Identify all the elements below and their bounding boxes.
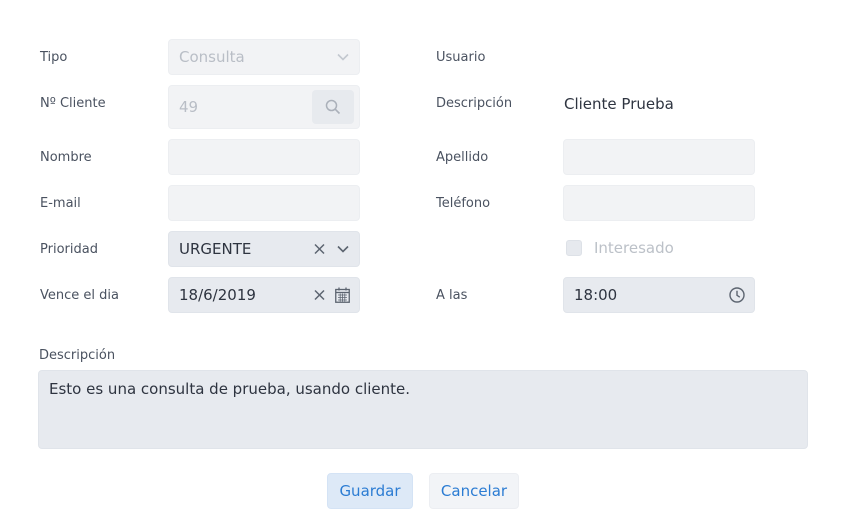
usuario-label: Usuario <box>436 50 486 65</box>
clear-icon[interactable] <box>314 243 325 255</box>
prioridad-value: URGENTE <box>179 240 252 258</box>
clock-icon[interactable] <box>729 287 745 303</box>
vence-label: Vence el dia <box>40 288 119 303</box>
calendar-icon[interactable] <box>335 287 350 303</box>
hora-label: A las <box>436 288 468 303</box>
prioridad-label: Prioridad <box>40 242 98 257</box>
chevron-down-icon[interactable] <box>337 245 349 253</box>
telefono-input[interactable] <box>563 185 755 221</box>
vence-value: 18/6/2019 <box>179 286 256 304</box>
email-label: E-mail <box>40 196 81 211</box>
hora-value: 18:00 <box>574 286 618 304</box>
search-button[interactable] <box>312 90 354 124</box>
email-input[interactable] <box>168 185 360 221</box>
interesado-checkbox[interactable]: Interesado <box>566 239 674 257</box>
nombre-input[interactable] <box>168 139 360 175</box>
descripcion-cliente-value: Cliente Prueba <box>564 95 674 113</box>
save-button[interactable]: Guardar <box>327 473 413 509</box>
tipo-select[interactable]: Consulta <box>168 39 360 75</box>
hora-time-input[interactable]: 18:00 <box>563 277 755 313</box>
cancel-button[interactable]: Cancelar <box>429 473 519 509</box>
chevron-down-icon <box>337 53 349 61</box>
descripcion-label: Descripción <box>39 348 116 363</box>
apellido-input[interactable] <box>563 139 755 175</box>
checkbox-icon <box>566 240 582 256</box>
interesado-label: Interesado <box>594 239 674 257</box>
descripcion-textarea[interactable]: Esto es una consulta de prueba, usando c… <box>38 370 808 449</box>
tipo-label: Tipo <box>40 50 68 65</box>
telefono-label: Teléfono <box>436 196 491 211</box>
clear-icon[interactable] <box>314 289 325 301</box>
vence-date-input[interactable]: 18/6/2019 <box>168 277 360 313</box>
descripcion-cliente-label: Descripción <box>436 96 513 111</box>
cliente-label: Nº Cliente <box>40 96 106 111</box>
search-icon <box>325 99 341 115</box>
tipo-value: Consulta <box>179 48 245 66</box>
nombre-label: Nombre <box>40 150 92 165</box>
cliente-value: 49 <box>179 98 199 116</box>
descripcion-value: Esto es una consulta de prueba, usando c… <box>49 380 411 398</box>
prioridad-select[interactable]: URGENTE <box>168 231 360 267</box>
cliente-field[interactable]: 49 <box>168 85 360 129</box>
apellido-label: Apellido <box>436 150 489 165</box>
